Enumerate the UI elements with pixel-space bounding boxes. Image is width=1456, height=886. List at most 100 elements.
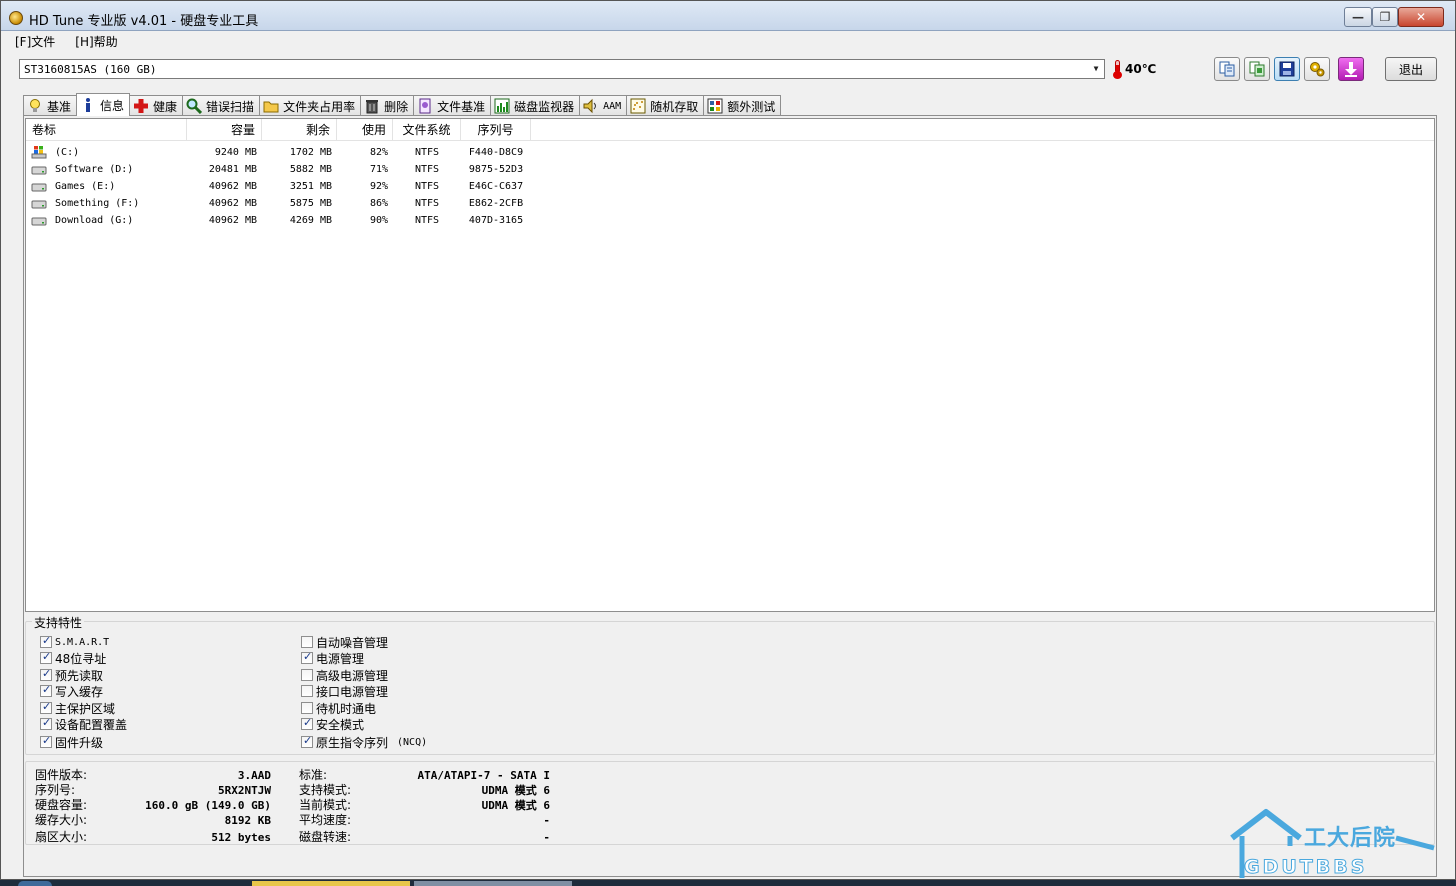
- info-icon: [80, 97, 96, 113]
- temperature-readout: 40℃: [1125, 62, 1157, 76]
- gdutbbs-watermark: 工大后院 GDUTBBS: [1228, 808, 1444, 880]
- partition-label: Games (E:): [55, 181, 116, 192]
- exit-button[interactable]: 退出: [1385, 57, 1437, 81]
- options-button[interactable]: [1304, 57, 1330, 81]
- feature-security-mode[interactable]: 安全模式: [301, 716, 364, 732]
- tab-disk-monitor[interactable]: 磁盘监视器: [490, 95, 581, 116]
- feature-checkbox[interactable]: [40, 683, 52, 697]
- feature-firmware-update[interactable]: 固件升级: [40, 734, 103, 750]
- chevron-down-icon[interactable]: ▼: [1090, 62, 1102, 76]
- partition-list[interactable]: 卷标 容量 剩余 使用 文件系统 序列号 (C:) 9240 MB 1702 M…: [25, 118, 1435, 612]
- download-button[interactable]: [1338, 57, 1364, 81]
- detail-label: 硬盘容量:: [35, 798, 88, 812]
- details-group: 固件版本: 3.AAD 序列号: 5RX2NTJW 硬盘容量: 160.0 gB…: [25, 761, 1435, 845]
- tab-aam[interactable]: AAM: [579, 95, 628, 116]
- detail-label: 支持模式:: [299, 783, 352, 797]
- feature-checkbox[interactable]: [40, 650, 52, 664]
- tab-benchmark[interactable]: 基准: [23, 95, 78, 116]
- save-button[interactable]: [1274, 57, 1300, 81]
- column-header-used[interactable]: 使用: [337, 119, 393, 141]
- feature-checkbox[interactable]: [40, 734, 52, 748]
- partition-filesystem: NTFS: [414, 147, 440, 158]
- tab-erase[interactable]: 删除: [360, 95, 415, 116]
- detail-label: 当前模式:: [299, 798, 352, 812]
- close-button[interactable]: ✕: [1398, 7, 1444, 27]
- partition-filesystem: NTFS: [414, 215, 440, 226]
- column-header-filesystem[interactable]: 文件系统: [393, 119, 461, 141]
- feature-device-config-overlay[interactable]: 设备配置覆盖: [40, 716, 127, 732]
- partition-serial: E46C-C637: [468, 181, 524, 192]
- rotation-speed-value: -: [543, 831, 550, 844]
- tab-file-benchmark[interactable]: 文件基准: [413, 95, 492, 116]
- feature-aam[interactable]: 自动噪音管理: [301, 634, 388, 650]
- feature-host-protected-area[interactable]: 主保护区域: [40, 700, 115, 716]
- feature-checkbox[interactable]: [301, 702, 313, 714]
- copy-screenshot-button[interactable]: [1244, 57, 1270, 81]
- column-header-free[interactable]: 剩余: [262, 119, 337, 141]
- feature-power-management[interactable]: 电源管理: [301, 650, 364, 666]
- feature-checkbox[interactable]: [40, 700, 52, 714]
- feature-smart[interactable]: S.M.A.R.T: [40, 634, 109, 650]
- partition-capacity: 9240 MB: [214, 147, 257, 158]
- menu-bar: [F]文件 [H]帮助: [1, 31, 1455, 51]
- options-icon: [1310, 62, 1325, 77]
- detail-label: 平均速度:: [299, 813, 352, 827]
- table-row[interactable]: Download (G:) 40962 MB 4269 MB 90% NTFS …: [26, 212, 1434, 229]
- partition-serial: 407D-3165: [468, 215, 524, 226]
- column-header-label[interactable]: 卷标: [26, 119, 187, 141]
- tab-info[interactable]: 信息: [76, 93, 131, 116]
- taskbar-item[interactable]: [414, 881, 572, 886]
- table-row[interactable]: Games (E:) 40962 MB 3251 MB 92% NTFS E46…: [26, 178, 1434, 195]
- watermark-text-en: GDUTBBS: [1243, 856, 1368, 879]
- tab-folder-usage[interactable]: 文件夹占用率: [259, 95, 362, 116]
- taskbar-item[interactable]: [252, 881, 410, 886]
- title-bar[interactable]: HD Tune 专业版 v4.01 - 硬盘专业工具 — ❐ ✕: [1, 1, 1455, 31]
- tab-error-scan[interactable]: 错误扫描: [182, 95, 261, 116]
- maximize-button[interactable]: ❐: [1372, 7, 1398, 27]
- start-button[interactable]: [18, 881, 52, 886]
- partition-label: Software (D:): [55, 164, 134, 175]
- feature-apm[interactable]: 高级电源管理: [301, 667, 388, 683]
- table-row[interactable]: Something (F:) 40962 MB 5875 MB 86% NTFS…: [26, 195, 1434, 212]
- feature-checkbox[interactable]: [301, 734, 313, 748]
- partition-serial: 9875-52D3: [468, 164, 524, 175]
- menu-file[interactable]: [F]文件: [15, 33, 55, 50]
- partition-used: 82%: [369, 147, 388, 158]
- feature-checkbox[interactable]: [301, 669, 313, 681]
- magnifier-icon: [186, 98, 203, 115]
- feature-checkbox[interactable]: [40, 667, 52, 681]
- feature-48bit-lba[interactable]: 48位寻址: [40, 650, 106, 666]
- current-mode-value: UDMA 模式 6: [481, 799, 550, 812]
- feature-interface-power-management[interactable]: 接口电源管理: [301, 683, 388, 699]
- feature-checkbox[interactable]: [301, 636, 313, 648]
- tab-random-access[interactable]: 随机存取: [626, 95, 705, 116]
- taskbar: [0, 880, 1456, 886]
- menu-help[interactable]: [H]帮助: [75, 33, 117, 50]
- feature-write-cache[interactable]: 写入缓存: [40, 683, 103, 699]
- tab-extra-tests[interactable]: 额外测试: [703, 95, 782, 116]
- partition-filesystem: NTFS: [414, 164, 440, 175]
- partition-used: 86%: [369, 198, 388, 209]
- table-row[interactable]: Software (D:) 20481 MB 5882 MB 71% NTFS …: [26, 161, 1434, 178]
- feature-power-up-standby[interactable]: 待机时通电: [301, 700, 376, 716]
- feature-checkbox[interactable]: [301, 716, 313, 730]
- partition-free: 4269 MB: [289, 215, 332, 226]
- partition-free: 1702 MB: [289, 147, 332, 158]
- column-header-capacity[interactable]: 容量: [187, 119, 262, 141]
- feature-ncq[interactable]: 原生指令序列 (NCQ): [301, 734, 427, 750]
- partition-used: 71%: [369, 164, 388, 175]
- minimize-button[interactable]: —: [1344, 7, 1372, 27]
- feature-checkbox[interactable]: [301, 685, 313, 697]
- column-header-serial[interactable]: 序列号: [461, 119, 531, 141]
- feature-checkbox[interactable]: [40, 634, 52, 648]
- table-row[interactable]: (C:) 9240 MB 1702 MB 82% NTFS F440-D8C9: [26, 144, 1434, 161]
- random-access-icon: [630, 98, 646, 114]
- feature-read-look-ahead[interactable]: 预先读取: [40, 667, 103, 683]
- copy-text-button[interactable]: [1214, 57, 1240, 81]
- feature-checkbox[interactable]: [301, 650, 313, 664]
- tab-health[interactable]: 健康: [129, 95, 184, 116]
- feature-checkbox[interactable]: [40, 716, 52, 730]
- drive-select[interactable]: ST3160815AS (160 GB) ▼: [19, 59, 1105, 79]
- hard-drive-icon: [31, 183, 47, 192]
- partition-capacity: 20481 MB: [208, 164, 257, 175]
